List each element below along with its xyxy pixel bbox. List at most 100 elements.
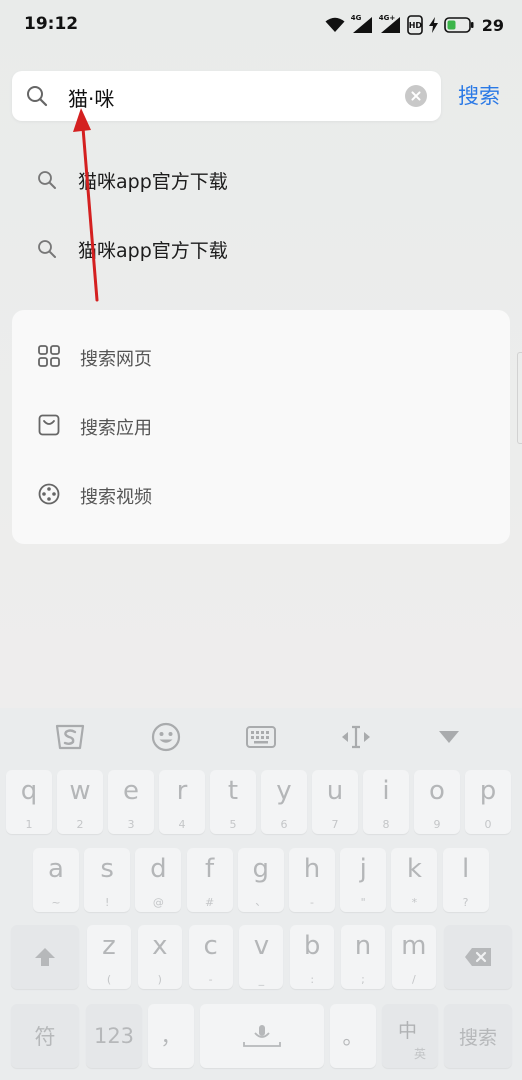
search-app-option[interactable]: 搜索应用: [12, 396, 510, 456]
key-g[interactable]: g、: [237, 848, 284, 912]
key-label: b: [303, 931, 321, 961]
key-t[interactable]: t5: [210, 770, 256, 834]
key-label: y: [276, 776, 292, 806]
key-secondary-label: 7: [331, 818, 339, 831]
app-bag-icon: [38, 414, 60, 436]
key-label: f: [205, 854, 215, 884]
key-label: x: [152, 931, 168, 961]
key-secondary-label: 、: [255, 895, 267, 908]
symbol-key-label: 符: [34, 1025, 56, 1049]
search-key-label: 搜索: [458, 1026, 497, 1049]
edge-handle[interactable]: [517, 352, 522, 444]
key-o[interactable]: o9: [414, 770, 460, 834]
key-i[interactable]: i8: [363, 770, 409, 834]
film-reel-icon: [38, 483, 60, 505]
network-label-2: 4G+: [378, 14, 396, 22]
key-label: h: [303, 854, 321, 884]
clear-icon[interactable]: [405, 85, 427, 107]
search-web-label: 搜索网页: [80, 349, 152, 370]
charging-icon: [428, 17, 438, 33]
key-w[interactable]: w2: [57, 770, 103, 834]
key-label: v: [253, 931, 270, 961]
key-secondary-label: 0: [484, 818, 492, 831]
key-c[interactable]: c-: [188, 925, 233, 989]
key-label: o: [429, 776, 445, 806]
keyboard-icon[interactable]: [244, 722, 278, 752]
search-video-option[interactable]: 搜索视频: [12, 465, 510, 525]
key-s[interactable]: s!: [84, 848, 131, 912]
key-label: w: [69, 776, 91, 806]
key-secondary-label: _: [258, 973, 265, 986]
search-app-label: 搜索应用: [80, 418, 152, 439]
key-label: j: [359, 854, 367, 884]
symbol-key[interactable]: 符: [11, 1004, 79, 1068]
suggestion-item[interactable]: 猫咪app官方下载: [0, 150, 522, 210]
key-label: c: [203, 931, 218, 961]
key-z[interactable]: z(: [87, 925, 131, 989]
key-secondary-label: 8: [382, 818, 390, 831]
suggestion-text: 猫咪app官方下载: [78, 240, 228, 262]
hd-label: HD: [408, 21, 423, 30]
search-video-label: 搜索视频: [80, 487, 152, 508]
shift-key[interactable]: [11, 925, 79, 989]
language-switch-key[interactable]: 中 英: [382, 1004, 438, 1068]
wifi-icon: [325, 17, 345, 33]
key-q[interactable]: q1: [6, 770, 52, 834]
key-m[interactable]: m /: [391, 925, 436, 989]
key-k[interactable]: k *: [391, 848, 438, 912]
search-button[interactable]: 搜索: [458, 80, 500, 110]
number-key[interactable]: 123: [86, 1004, 142, 1068]
key-label: k: [406, 854, 422, 884]
key-secondary-label: 3: [127, 818, 135, 831]
number-key-label: 123: [93, 1024, 135, 1048]
collapse-icon[interactable]: [432, 722, 466, 752]
key-secondary-label: 9: [433, 818, 441, 831]
key-y[interactable]: y6: [261, 770, 307, 834]
key-label: n: [354, 931, 372, 961]
key-v[interactable]: v _: [239, 925, 284, 989]
key-p[interactable]: p0: [465, 770, 511, 834]
backspace-icon: [444, 925, 512, 989]
key-h[interactable]: h-: [289, 848, 335, 912]
key-l[interactable]: l?: [442, 848, 489, 912]
key-e[interactable]: e3: [108, 770, 154, 834]
key-label: i: [382, 776, 390, 806]
key-secondary-label: ): [157, 973, 162, 986]
cursor-move-icon[interactable]: [339, 722, 373, 752]
key-secondary-label: ?: [462, 896, 469, 909]
key-x[interactable]: x): [137, 925, 182, 989]
key-secondary-label: #: [204, 896, 215, 909]
key-b[interactable]: b:: [290, 925, 335, 989]
key-secondary-label: 5: [229, 818, 237, 831]
key-secondary-label: :: [310, 973, 315, 986]
key-n[interactable]: n;: [341, 925, 385, 989]
search-web-option[interactable]: 搜索网页: [12, 327, 510, 387]
period-key-label: 。: [342, 1025, 364, 1049]
period-key[interactable]: 。: [330, 1004, 376, 1068]
emoji-icon[interactable]: [149, 722, 183, 752]
key-label: q: [20, 776, 38, 806]
key-j[interactable]: j ": [340, 848, 387, 912]
suggestion-item[interactable]: 猫咪app官方下载: [0, 219, 522, 279]
search-icon: [37, 239, 57, 263]
status-bar: 19:12 4G 4G+ HD 29: [0, 0, 522, 52]
language-chinese-label: 中: [398, 1020, 418, 1042]
key-label: g: [252, 854, 270, 884]
key-f[interactable]: f #: [186, 848, 233, 912]
key-a[interactable]: a ~: [33, 848, 79, 912]
search-options-card: 搜索网页 搜索应用 搜索视频: [12, 310, 510, 544]
key-r[interactable]: r4: [159, 770, 205, 834]
search-key[interactable]: 搜索: [444, 1004, 512, 1068]
keyboard-toolbar: [0, 708, 522, 766]
key-d[interactable]: d @: [135, 848, 182, 912]
sogou-logo-icon[interactable]: [53, 722, 87, 752]
search-icon: [26, 85, 48, 111]
key-u[interactable]: u7: [312, 770, 358, 834]
space-key[interactable]: [200, 1004, 324, 1068]
delete-key[interactable]: [444, 925, 512, 989]
comma-key[interactable]: ，: [148, 1004, 194, 1068]
battery-icon: [443, 17, 474, 33]
comma-key-label: ，: [160, 1025, 182, 1049]
microphone-icon: [200, 1004, 324, 1068]
search-input[interactable]: 猫·咪: [12, 71, 441, 121]
